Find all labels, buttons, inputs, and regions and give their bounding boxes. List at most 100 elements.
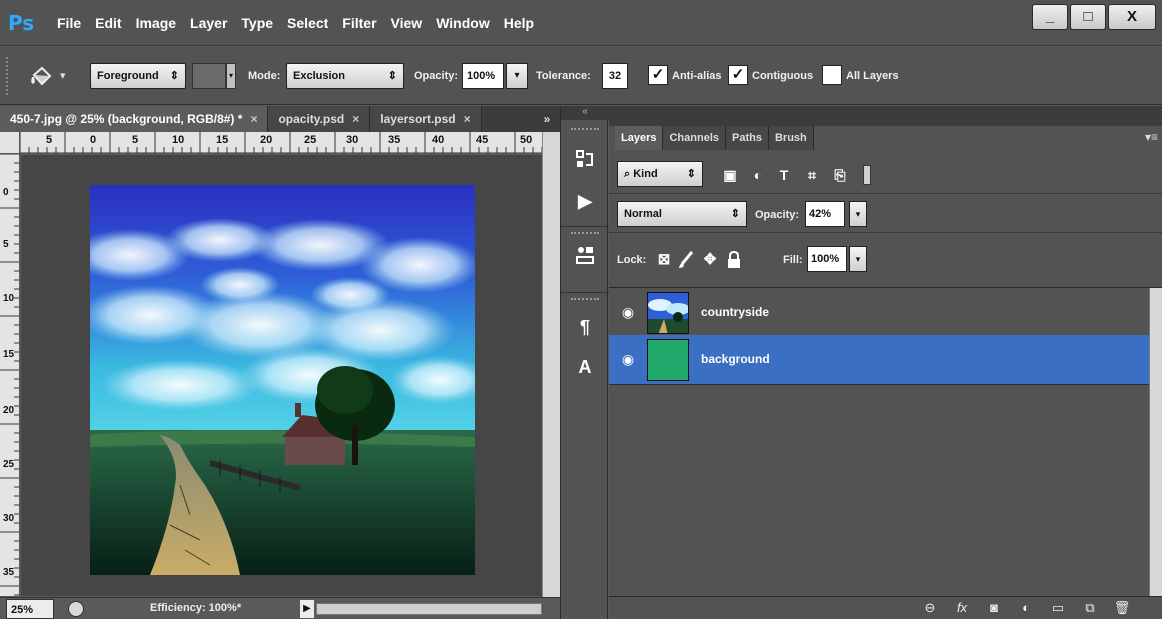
character-panel-icon[interactable]: A <box>569 352 601 382</box>
history-panel-icon[interactable] <box>569 148 601 178</box>
ruler-label: 45 <box>476 134 489 146</box>
tab-label: layersort.psd <box>380 112 456 126</box>
paint-bucket-icon[interactable] <box>28 65 54 89</box>
tab-paths[interactable]: Paths <box>726 126 769 150</box>
fill-dropdown-icon[interactable]: ▾ <box>849 246 867 272</box>
document-horizontal-scrollbar[interactable] <box>316 603 542 615</box>
opacity-dropdown-icon[interactable]: ▾ <box>506 63 528 89</box>
menu-image[interactable]: Image <box>129 15 183 31</box>
lock-all-icon[interactable] <box>725 250 743 270</box>
horizontal-ruler[interactable]: 5 0 5 10 15 20 25 30 35 40 45 50 <box>20 132 556 154</box>
layer-style-fx-icon[interactable]: fx <box>953 599 971 617</box>
mode-select[interactable]: Exclusion ⇕ <box>286 63 404 89</box>
anti-alias-checkbox[interactable]: ✓ <box>648 65 668 85</box>
tab-channels[interactable]: Channels <box>663 126 726 150</box>
ruler-label: 40 <box>432 134 445 146</box>
more-tabs-icon[interactable]: » <box>534 106 560 132</box>
tab-layersort-psd[interactable]: layersort.psd × <box>370 106 482 132</box>
panel-top-strip[interactable] <box>609 106 1162 126</box>
delete-layer-trash-icon[interactable]: 🗑 <box>1113 599 1131 617</box>
layer-opacity-field[interactable]: 42% <box>805 201 845 227</box>
document-image[interactable] <box>90 185 475 575</box>
tab-opacity-psd[interactable]: opacity.psd × <box>268 106 371 132</box>
blend-mode-value: Normal <box>624 208 662 220</box>
ruler-label: 0 <box>3 187 9 198</box>
filter-kind-select[interactable]: ⌕ Kind ⇕ <box>617 161 703 187</box>
status-menu-arrow-icon[interactable]: ▶ <box>300 600 314 618</box>
all-layers-checkbox[interactable] <box>822 65 842 85</box>
menu-edit[interactable]: Edit <box>88 15 128 31</box>
fill-source-select[interactable]: Foreground ⇕ <box>90 63 186 89</box>
pattern-swatch[interactable] <box>192 63 226 89</box>
menu-type[interactable]: Type <box>234 15 280 31</box>
menu-filter[interactable]: Filter <box>335 15 383 31</box>
maximize-button[interactable]: □ <box>1070 4 1106 30</box>
contiguous-checkbox[interactable]: ✓ <box>728 65 748 85</box>
tool-preset-arrow-icon[interactable]: ▾ <box>60 69 66 82</box>
link-layers-icon[interactable]: ⊖ <box>921 599 939 617</box>
panel-menu-icon[interactable]: ▾≡ <box>1145 130 1158 144</box>
blend-mode-select[interactable]: Normal ⇕ <box>617 201 747 227</box>
tab-layers[interactable]: Layers <box>615 126 664 150</box>
close-tab-icon[interactable]: × <box>250 112 257 126</box>
pixel-layer-filter-icon[interactable]: ▣ <box>721 166 739 184</box>
menu-view[interactable]: View <box>384 15 430 31</box>
mode-label: Mode: <box>248 70 281 82</box>
ruler-label: 5 <box>132 134 139 146</box>
menu-file[interactable]: File <box>50 15 88 31</box>
visibility-eye-icon[interactable]: ◉ <box>619 350 637 368</box>
tab-document-active[interactable]: 450-7.jpg @ 25% (background, RGB/8#) * × <box>0 106 269 132</box>
document-vertical-scrollbar[interactable] <box>542 132 560 598</box>
type-layer-filter-icon[interactable]: T <box>775 166 793 184</box>
ruler-label: 30 <box>3 513 15 524</box>
lock-image-pixels-icon[interactable] <box>677 250 695 270</box>
status-info-icon[interactable] <box>68 601 84 617</box>
add-mask-icon[interactable]: ◙ <box>985 599 1003 617</box>
menu-layer[interactable]: Layer <box>183 15 234 31</box>
layers-vertical-scrollbar[interactable] <box>1149 288 1162 598</box>
smart-object-filter-icon[interactable]: ⎘ <box>831 166 849 184</box>
new-group-folder-icon[interactable]: ▭ <box>1049 599 1067 617</box>
visibility-eye-icon[interactable]: ◉ <box>619 303 637 321</box>
panel-grip[interactable] <box>571 232 599 236</box>
status-bar: 25% Efficiency: 100%* ▶ <box>0 597 560 619</box>
options-grip[interactable] <box>6 57 10 95</box>
menu-window[interactable]: Window <box>429 15 497 31</box>
opacity-field[interactable]: 100% <box>462 63 504 89</box>
adjustment-layer-filter-icon[interactable]: ◐ <box>749 166 767 184</box>
minimize-button[interactable]: _ <box>1032 4 1068 30</box>
paragraph-panel-icon[interactable]: ¶ <box>569 312 601 342</box>
tab-brush[interactable]: Brush <box>768 126 814 150</box>
ruler-label: 35 <box>388 134 401 146</box>
layer-row-countryside[interactable]: ◉ countryside <box>609 288 1149 338</box>
filter-kind-value: Kind <box>633 168 658 180</box>
zoom-field[interactable]: 25% <box>6 599 54 619</box>
menu-select[interactable]: Select <box>280 15 335 31</box>
layer-opacity-dropdown-icon[interactable]: ▾ <box>849 201 867 227</box>
actions-play-icon[interactable]: ▶ <box>569 186 601 216</box>
new-adjustment-layer-icon[interactable]: ◐ <box>1017 599 1035 617</box>
close-tab-icon[interactable]: × <box>464 112 471 126</box>
vertical-ruler[interactable]: 0 5 10 15 20 25 30 35 <box>0 154 20 596</box>
panel-grip[interactable] <box>571 128 599 132</box>
layer-name: background <box>701 352 770 366</box>
shape-layer-filter-icon[interactable]: ⌗ <box>803 166 821 184</box>
fill-field[interactable]: 100% <box>807 246 847 272</box>
layers-list-empty-area[interactable] <box>609 386 1149 596</box>
tolerance-field[interactable]: 32 <box>602 63 628 89</box>
select-arrows-icon: ⇕ <box>387 70 397 82</box>
new-layer-icon[interactable]: ⧉ <box>1081 599 1099 617</box>
close-button[interactable]: X <box>1108 4 1156 30</box>
filter-toggle-switch[interactable] <box>863 165 871 185</box>
ruler-corner[interactable] <box>0 132 20 154</box>
panel-grip[interactable] <box>571 298 599 302</box>
collapse-panels-icon[interactable]: « <box>561 106 609 120</box>
layer-row-background[interactable]: ◉ background <box>609 335 1149 385</box>
menu-help[interactable]: Help <box>497 15 541 31</box>
pattern-dropdown-icon[interactable]: ▾ <box>226 63 236 89</box>
lock-transparent-pixels-icon[interactable]: ⊠ <box>655 250 673 270</box>
close-tab-icon[interactable]: × <box>352 112 359 126</box>
lock-position-icon[interactable]: ✥ <box>701 250 719 270</box>
menu-bar: Ps File Edit Image Layer Type Select Fil… <box>0 0 1162 46</box>
properties-panel-icon[interactable] <box>569 244 601 274</box>
